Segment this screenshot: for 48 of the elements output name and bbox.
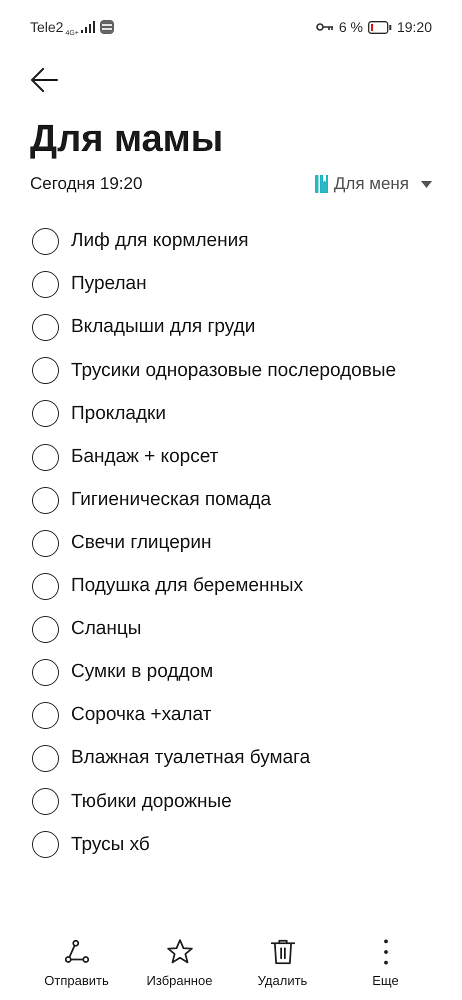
list-item-text: Пурелан — [71, 272, 147, 296]
list-item-text: Подушка для беременных — [71, 574, 304, 598]
list-item-text: Трусики одноразовые послеродовые — [71, 358, 396, 383]
checkbox[interactable] — [32, 314, 59, 342]
battery-icon — [368, 20, 392, 34]
caret-icon — [421, 180, 432, 188]
checkbox[interactable] — [32, 745, 59, 772]
delete-button[interactable]: Удалить — [231, 936, 334, 990]
app-icon — [100, 20, 114, 34]
checkbox[interactable] — [32, 228, 59, 256]
back-arrow-icon — [30, 68, 58, 92]
share-button[interactable]: Отправить — [25, 936, 128, 990]
checkbox[interactable] — [32, 616, 59, 643]
list-item-text: Гигиеническая помада — [71, 488, 272, 512]
star-button[interactable]: Избранное — [128, 936, 231, 990]
checkbox[interactable] — [32, 444, 59, 471]
note-title: Для мамы — [30, 117, 224, 162]
list-item-text: Свечи глицерин — [71, 530, 212, 555]
list-item-text: Вкладыши для груди — [71, 315, 256, 340]
list-item-text: Сланцы — [71, 617, 142, 642]
battery-percent: 6 % — [338, 18, 363, 36]
list-item-text: Тюбики дорожные — [71, 790, 232, 814]
checkbox[interactable] — [32, 271, 59, 298]
checkbox[interactable] — [32, 658, 59, 686]
checkbox[interactable] — [32, 572, 59, 600]
checkbox[interactable] — [32, 702, 59, 730]
list-item-text: Сумки в роддом — [71, 660, 214, 684]
key-icon — [316, 22, 334, 32]
checkbox[interactable] — [32, 357, 59, 384]
list-item-text: Влажная туалетная бумага — [71, 746, 310, 770]
notebook-icon — [314, 175, 328, 193]
more-button[interactable]: Еще — [334, 936, 437, 990]
checkbox[interactable] — [32, 486, 59, 514]
list-item-text: Трусы хб — [71, 832, 150, 857]
checkbox[interactable] — [32, 400, 59, 428]
signal-icon — [80, 21, 95, 33]
checkbox[interactable] — [32, 788, 59, 816]
carrier-name: Tele2 — [30, 18, 64, 36]
more-icon — [384, 936, 388, 966]
checkbox[interactable] — [32, 530, 59, 557]
list-item-text: Лиф для кормления — [71, 229, 249, 254]
list-item-text: Сорочка +халат — [71, 703, 212, 728]
checkbox[interactable] — [32, 831, 59, 858]
folder-dropdown[interactable]: Для меня — [314, 171, 432, 197]
list-item-text: Бандаж + корсет — [71, 444, 218, 469]
clock-time: 19:20 — [396, 18, 432, 36]
list-item-text: Прокладки — [71, 402, 166, 426]
note-date: Сегодня 19:20 — [30, 173, 142, 196]
